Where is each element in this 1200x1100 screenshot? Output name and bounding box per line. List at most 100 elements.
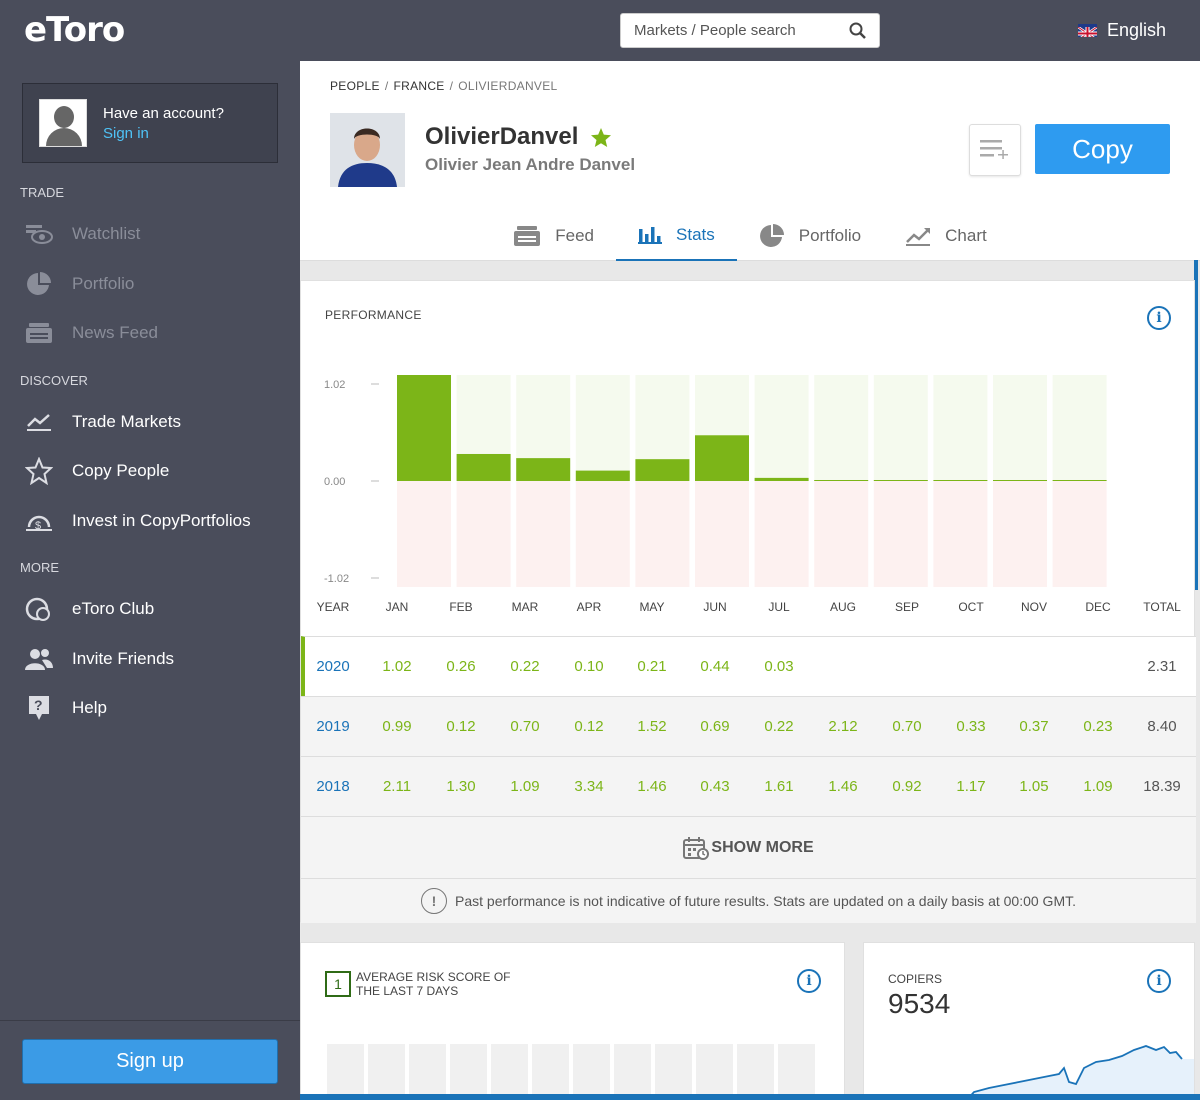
breadcrumb-country[interactable]: FRANCE [393, 79, 444, 93]
month-value: 0.37 [1019, 718, 1049, 735]
tab-feed[interactable]: Feed [491, 210, 616, 261]
search-icon[interactable] [849, 22, 867, 44]
table-row[interactable]: 2020 1.02 0.26 0.22 0.10 0.21 0.44 0.03 2.31 [301, 636, 1196, 696]
sidebar-item-news-feed[interactable]: News Feed [24, 318, 158, 348]
search-input[interactable]: Markets / People search [620, 13, 880, 48]
bar-background-positive [873, 375, 928, 481]
year-link[interactable]: 2018 [305, 778, 361, 795]
profile-header: PEOPLE / FRANCE / OLIVIERDANVEL OlivierDanve… [300, 61, 1200, 261]
sidebar-item-copy-people[interactable]: Copy People [24, 456, 169, 486]
bar-dec [1052, 480, 1107, 481]
bar-jul [754, 477, 809, 481]
pie-chart-icon [759, 223, 785, 249]
sidebar-item-label: News Feed [72, 323, 158, 342]
month-value: 1.30 [446, 778, 476, 795]
bottom-accent-line [300, 1094, 1200, 1100]
column-header: MAR [511, 600, 539, 614]
total-value: 8.40 [1147, 718, 1177, 735]
top-bar: Markets / People search English [300, 0, 1200, 61]
sidebar-item-portfolio[interactable]: Portfolio [24, 269, 134, 299]
month-value: 0.12 [446, 718, 476, 735]
tab-stats[interactable]: Stats [616, 210, 737, 261]
column-header: JAN [385, 600, 409, 614]
risk-bar [409, 1044, 446, 1100]
month-value: 0.99 [382, 718, 412, 735]
info-icon[interactable]: i [1147, 969, 1171, 993]
sidebar-item-invite-friends[interactable]: Invite Friends [24, 644, 174, 674]
sign-up-button[interactable]: Sign up [22, 1039, 278, 1084]
risk-score-card: 1 AVERAGE RISK SCORE OF THE LAST 7 DAYS … [300, 942, 845, 1100]
bar-jun [695, 435, 749, 481]
month-value: 3.34 [574, 778, 604, 795]
month-value: 0.69 [700, 718, 730, 735]
bar-background-negative [1052, 481, 1107, 587]
show-more-button[interactable]: SHOW MORE [301, 816, 1196, 878]
risk-bar [778, 1044, 815, 1100]
main-content: PEOPLE / FRANCE / OLIVIERDANVEL OlivierDanve… [300, 61, 1200, 1100]
search-placeholder: Markets / People search [634, 22, 796, 39]
column-header: SEP [894, 600, 919, 614]
tab-label: Feed [555, 225, 595, 245]
disclaimer: ! Past performance is not indicative of … [301, 878, 1196, 923]
sidebar-item-label: Help [72, 698, 107, 717]
month-value: 0.12 [574, 718, 604, 735]
sidebar-divider [0, 1020, 300, 1021]
language-selector[interactable]: English [1078, 20, 1166, 41]
risk-bar [327, 1044, 364, 1100]
risk-bar [368, 1044, 405, 1100]
info-icon[interactable]: i [797, 969, 821, 993]
add-to-watchlist-button[interactable] [969, 124, 1021, 176]
club-icon [24, 594, 54, 624]
profile-username: OlivierDanvel [425, 123, 612, 151]
tab-chart[interactable]: Chart [883, 210, 1009, 261]
trend-chart-icon [24, 407, 54, 437]
help-icon: ? [24, 693, 54, 723]
column-header: AUG [829, 600, 856, 614]
sidebar-item-etoro-club[interactable]: eToro Club [24, 594, 154, 624]
sidebar-item-help[interactable]: ? Help [24, 693, 107, 723]
breadcrumb-people[interactable]: PEOPLE [330, 79, 380, 93]
bar-jan [397, 375, 451, 481]
bar-mar [516, 458, 571, 481]
year-link[interactable]: 2019 [305, 718, 361, 735]
bar-oct [933, 480, 988, 481]
year-link[interactable]: 2020 [305, 658, 361, 675]
table-row[interactable]: 2019 0.99 0.12 0.70 0.12 1.52 0.69 0.22 2.12 0.70… [301, 696, 1196, 756]
table-row[interactable]: 2018 2.11 1.30 1.09 3.34 1.46 0.43 1.61 1.46 0.92… [301, 756, 1196, 816]
bar-background-negative [695, 481, 749, 587]
tab-label: Stats [676, 224, 715, 244]
bar-sep [873, 480, 928, 481]
language-label: English [1107, 20, 1167, 40]
y-tick-label: 1.02 [324, 379, 345, 391]
disclaimer-text: Past performance is not indicative of fu… [455, 893, 1076, 909]
risk-bar [614, 1044, 651, 1100]
column-header: FEB [449, 600, 473, 614]
sidebar-item-watchlist[interactable]: Watchlist [24, 219, 140, 249]
bar-background-positive [993, 375, 1047, 481]
profile-photo [330, 113, 405, 187]
month-value: 0.43 [700, 778, 730, 795]
pie-chart-icon [24, 269, 54, 299]
bar-aug [814, 480, 869, 481]
month-value: 1.52 [637, 718, 667, 735]
bar-background-negative [635, 481, 690, 587]
copy-button[interactable]: Copy [1035, 124, 1170, 174]
bar-background-negative [575, 481, 630, 587]
sidebar-item-copyportfolios[interactable]: $ Invest in CopyPortfolios [24, 506, 251, 536]
bar-background-positive [933, 375, 988, 481]
bar-background-positive [1052, 375, 1107, 481]
news-feed-icon [24, 318, 54, 348]
eye-icon [24, 219, 54, 249]
info-icon[interactable]: i [1147, 306, 1171, 330]
star-icon [24, 456, 54, 486]
sidebar-item-trade-markets[interactable]: Trade Markets [24, 407, 181, 437]
tab-portfolio[interactable]: Portfolio [737, 210, 883, 261]
sign-in-link[interactable]: Sign in [103, 125, 224, 142]
etoro-logo[interactable]: eToro [24, 10, 125, 50]
sidebar-item-label: Invite Friends [72, 649, 175, 668]
account-box: Have an account? Sign in [22, 83, 278, 163]
tab-label: Portfolio [798, 225, 862, 245]
performance-card: PERFORMANCE i 1.02 0.00 -1.02 YEAR JAN FEB MA… [300, 280, 1196, 923]
column-header: APR [576, 600, 602, 614]
y-tick-label: -1.02 [324, 573, 349, 585]
